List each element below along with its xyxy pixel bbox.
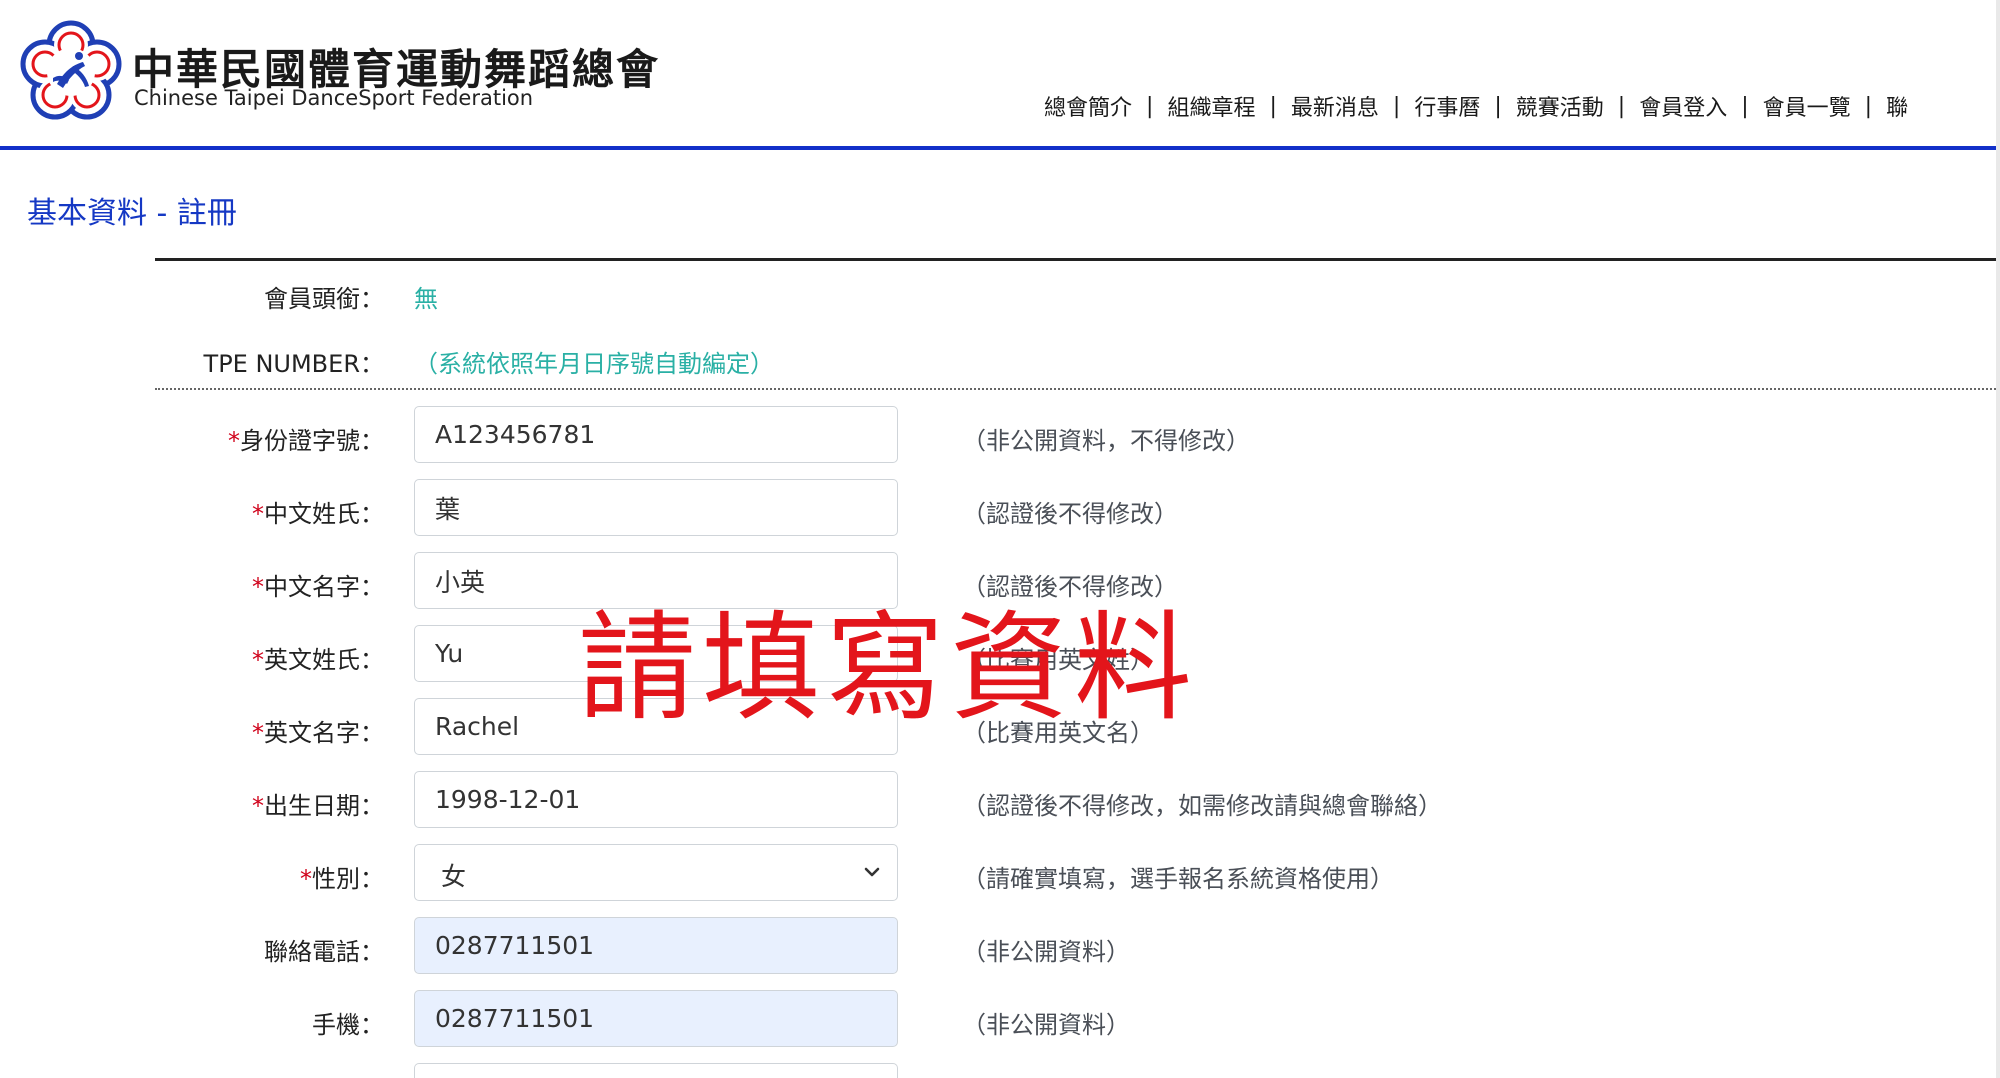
cn-given-label-text: 中文名字：	[264, 573, 384, 601]
federation-logo-icon[interactable]	[16, 18, 126, 126]
required-asterisk: *	[252, 719, 264, 747]
mobile-label: 手機：	[312, 1011, 384, 1039]
required-asterisk: *	[252, 573, 264, 601]
next-field-input[interactable]	[414, 1063, 898, 1078]
required-asterisk: *	[252, 792, 264, 820]
nav-separator: |	[1392, 93, 1401, 119]
required-asterisk: *	[300, 865, 312, 893]
en-given-label: *英文名字：	[252, 713, 384, 748]
nav-separator: |	[1864, 93, 1873, 119]
phone-input[interactable]	[414, 917, 898, 974]
cn-given-input[interactable]	[414, 552, 898, 609]
phone-hint: （非公開資料）	[962, 938, 1130, 966]
nav-item-contact[interactable]: 聯	[1886, 90, 1908, 122]
cn-given-hint: （認證後不得修改）	[962, 573, 1178, 601]
en-surname-hint: （比賽用英文姓）	[962, 646, 1154, 674]
cn-surname-input[interactable]	[414, 479, 898, 536]
tpe-number-label: TPE NUMBER：	[203, 350, 384, 378]
en-surname-input[interactable]	[414, 625, 898, 682]
form-top-divider	[155, 258, 1996, 261]
nav-item-charter[interactable]: 組織章程	[1167, 90, 1255, 122]
birthdate-label: *出生日期：	[252, 786, 384, 821]
birthdate-hint: （認證後不得修改，如需修改請與總會聯絡）	[962, 792, 1442, 820]
cn-surname-label: *中文姓氏：	[252, 494, 384, 529]
mobile-hint: （非公開資料）	[962, 1011, 1130, 1039]
gender-hint: （請確實填寫，選手報名系統資格使用）	[962, 865, 1394, 893]
member-title-label: 會員頭銜：	[264, 285, 384, 313]
mobile-input[interactable]	[414, 990, 898, 1047]
nav-item-member-list[interactable]: 會員一覽	[1763, 90, 1851, 122]
nav-separator: |	[1146, 93, 1154, 119]
gender-label-text: 性別：	[312, 865, 384, 893]
nav-item-member-login[interactable]: 會員登入	[1639, 90, 1727, 122]
page: 中華民國體育運動舞蹈總會 Chinese Taipei DanceSport F…	[0, 0, 2000, 1078]
id-number-hint: （非公開資料，不得修改）	[962, 427, 1250, 455]
id-number-label-text: 身份證字號：	[240, 427, 384, 455]
nav-item-news[interactable]: 最新消息	[1291, 90, 1379, 122]
id-number-label: *身份證字號：	[228, 421, 384, 456]
nav-separator: |	[1741, 93, 1749, 119]
gender-label: *性別：	[300, 859, 384, 894]
form-section-divider	[155, 388, 1996, 390]
cn-given-label: *中文名字：	[252, 567, 384, 602]
en-given-label-text: 英文名字：	[264, 719, 384, 747]
id-number-input[interactable]	[414, 406, 898, 463]
site-subtitle: Chinese Taipei DanceSport Federation	[134, 86, 534, 110]
required-asterisk: *	[252, 646, 264, 674]
tpe-number-value: （系統依照年月日序號自動編定）	[414, 350, 774, 378]
nav-separator: |	[1269, 93, 1277, 119]
gender-select[interactable]: 女	[414, 844, 898, 901]
main-nav: 總會簡介 | 組織章程 | 最新消息 | 行事曆 | 競賽活動 | 會員登入 |…	[1044, 90, 1908, 122]
en-surname-label: *英文姓氏：	[252, 640, 384, 675]
scrollbar-track[interactable]	[1996, 0, 2000, 1078]
en-given-input[interactable]	[414, 698, 898, 755]
nav-item-competitions[interactable]: 競賽活動	[1516, 90, 1604, 122]
birthdate-label-text: 出生日期：	[264, 792, 384, 820]
phone-label: 聯絡電話：	[264, 938, 384, 966]
required-asterisk: *	[252, 500, 264, 528]
page-title: 基本資料 - 註冊	[27, 196, 237, 231]
en-given-hint: （比賽用英文名）	[962, 719, 1154, 747]
nav-separator: |	[1494, 93, 1502, 119]
chevron-down-icon	[864, 867, 880, 877]
birthdate-input[interactable]	[414, 771, 898, 828]
en-surname-label-text: 英文姓氏：	[264, 646, 384, 674]
member-title-value: 無	[414, 285, 438, 313]
nav-item-about[interactable]: 總會簡介	[1044, 90, 1132, 122]
required-asterisk: *	[228, 427, 240, 455]
gender-selected-value: 女	[441, 862, 467, 891]
nav-separator: |	[1617, 93, 1626, 119]
header-divider	[0, 146, 1996, 150]
cn-surname-hint: （認證後不得修改）	[962, 500, 1178, 528]
nav-item-calendar[interactable]: 行事曆	[1414, 90, 1480, 122]
cn-surname-label-text: 中文姓氏：	[264, 500, 384, 528]
